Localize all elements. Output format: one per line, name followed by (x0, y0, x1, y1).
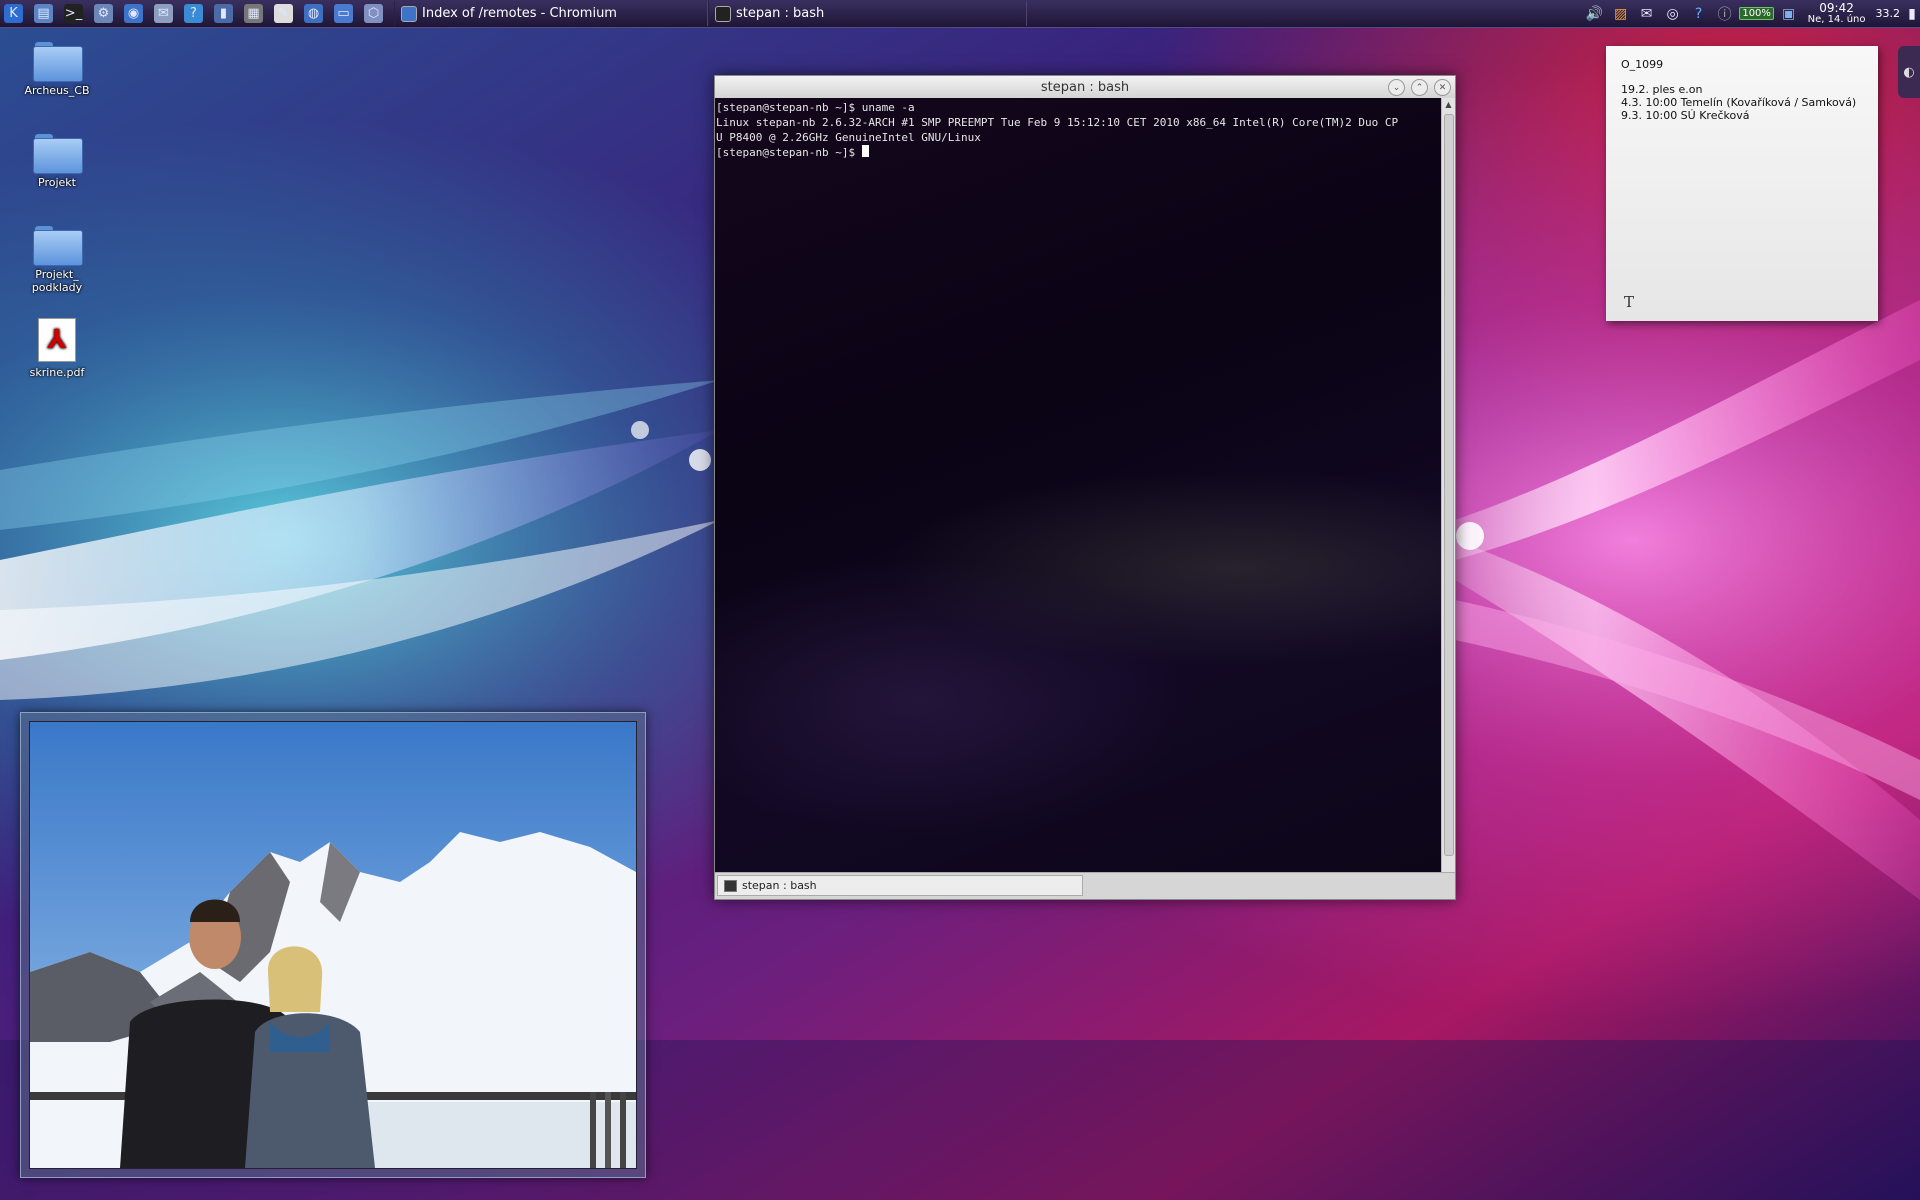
terminal-tab-icon (724, 879, 737, 892)
desktop-icon-skrine-pdf[interactable]: ⅄ skrine.pdf (20, 318, 94, 379)
folder-icon (33, 42, 83, 82)
desktop-icon-projekt-podklady[interactable]: Projekt_ podklady (20, 226, 94, 294)
taskbar-item[interactable]: stepan : bash (708, 1, 1027, 26)
note-line: 19.2. ples e.on (1621, 83, 1703, 96)
desktop-icon-label: Projekt_ podklady (31, 268, 83, 294)
note-content[interactable]: 19.2. ples e.on 4.3. 10:00 Temelín (Kovař… (1621, 83, 1863, 122)
terminal-title: stepan : bash (1040, 79, 1130, 95)
clock[interactable]: 09:42 Ne, 14. úno (1808, 2, 1866, 26)
photo (29, 721, 637, 1169)
kget-icon[interactable]: ? (180, 1, 207, 26)
terminal-line: [stepan@stepan-nb ~]$ (716, 145, 1441, 160)
terminal-tabbar: stepan : bash (715, 872, 1455, 899)
terminal-scrollbar[interactable]: ▲ (1441, 98, 1455, 872)
mail-tray-icon[interactable]: ✉ (1636, 3, 1658, 25)
terminal-text: [stepan@stepan-nb ~]$ uname -a Linux step… (715, 98, 1442, 162)
terminal-line-text: U P8400 @ 2.26GHz GenuineIntel GNU/Linux (716, 131, 981, 144)
terminal-task-icon (715, 5, 731, 22)
kde-menu-icon[interactable]: K (0, 1, 27, 26)
scrollbar-thumb[interactable] (1444, 114, 1454, 856)
terminal-line-text: Linux stepan-nb 2.6.32-ARCH #1 SMP PREEM… (716, 116, 1399, 129)
system-settings-icon[interactable]: ⚙ (90, 1, 117, 26)
note-line: 9.3. 10:00 SÚ Krečková (1621, 109, 1750, 122)
kget-icon-glyph: ? (184, 4, 203, 23)
info-icon[interactable]: ⓘ (1714, 3, 1736, 25)
sticky-note-widget[interactable]: O_1099 19.2. ples e.on 4.3. 10:00 Temelín… (1606, 46, 1878, 321)
network-icon[interactable]: ▣ (1778, 3, 1800, 25)
mail-icon[interactable]: ✉ (150, 1, 177, 26)
chromium-task-icon (401, 5, 417, 22)
terminal-window[interactable]: stepan : bash ⌄ ⌃ ✕ [stepan@stepan-nb ~]… (714, 75, 1456, 900)
picture-frame-widget[interactable] (20, 712, 646, 1178)
chromium-icon-glyph: ◉ (124, 4, 143, 23)
file-manager-icon[interactable]: ▤ (30, 1, 57, 26)
terminal-tab-label: stepan : bash (742, 879, 817, 892)
battery-percent: 100% (1739, 7, 1774, 20)
panel-toolbox-icon[interactable]: ▮ (1906, 3, 1918, 25)
terminal-icon-glyph: >_ (64, 4, 83, 23)
close-button[interactable]: ✕ (1434, 79, 1451, 96)
desktop-icon-label: skrine.pdf (29, 366, 85, 379)
folder-icon (33, 226, 83, 266)
desktop-icon-archeus-cb[interactable]: Archeus_CB (20, 42, 94, 97)
note-line: 4.3. 10:00 Temelín (Kovaříková / Samková… (1621, 96, 1857, 109)
monitor-icon-glyph: ▭ (334, 4, 353, 23)
file-manager-icon-glyph: ▤ (34, 4, 53, 23)
pdf-file-icon: ⅄ (38, 318, 76, 362)
scroll-up-arrow-icon[interactable]: ▲ (1442, 98, 1455, 112)
mail-icon-glyph: ✉ (154, 4, 173, 23)
text-format-icon[interactable]: T (1624, 293, 1634, 311)
monitor-icon[interactable]: ▭ (330, 1, 357, 26)
terminal-output[interactable]: [stepan@stepan-nb ~]$ uname -a Linux step… (715, 98, 1442, 872)
desktop-icon-label: Archeus_CB (24, 84, 90, 97)
kget-tray-icon[interactable]: ? (1688, 3, 1710, 25)
terminal-line: Linux stepan-nb 2.6.32-ARCH #1 SMP PREEM… (716, 115, 1441, 130)
virtualbox-icon-glyph: ⬡ (364, 4, 383, 23)
terminal-line-text: [stepan@stepan-nb ~]$ uname -a (716, 101, 915, 114)
volume-icon[interactable]: 🔊 (1584, 3, 1606, 25)
kde-menu-icon-glyph: K (4, 4, 23, 23)
dashboard-toolbox-icon[interactable]: ◐ (1898, 46, 1920, 98)
taskbar-item-label: Index of /remotes - Chromium (422, 6, 617, 21)
calculator-icon-glyph: ▦ (244, 4, 263, 23)
desktop-icon-projekt[interactable]: Projekt (20, 134, 94, 189)
terminal-line-text: [stepan@stepan-nb ~]$ (716, 146, 862, 159)
note-title: O_1099 (1621, 58, 1664, 71)
battery-indicator[interactable]: 100% (1739, 3, 1774, 25)
globe-icon[interactable]: ◍ (300, 1, 327, 26)
phone-icon[interactable]: ▮ (210, 1, 237, 26)
terminal-line: U P8400 @ 2.26GHz GenuineIntel GNU/Linux (716, 130, 1441, 145)
rss-icon[interactable]: ▨ (1610, 3, 1632, 25)
quick-launch-bar: K ▤ >_ ⚙ ◉ ✉? ▮ ▦ ✎ ◍ ▭ ⬡ (0, 1, 390, 26)
text-editor-icon-glyph: ✎ (274, 4, 293, 23)
terminal-cursor (861, 145, 869, 157)
minimize-button[interactable]: ⌄ (1388, 79, 1405, 96)
terminal-line: [stepan@stepan-nb ~]$ uname -a (716, 100, 1441, 115)
text-editor-icon[interactable]: ✎ (270, 1, 297, 26)
top-panel: K ▤ >_ ⚙ ◉ ✉? ▮ ▦ ✎ ◍ ▭ ⬡ Index of /remotes - Chrom… (0, 0, 1920, 28)
terminal-titlebar[interactable]: stepan : bash ⌄ ⌃ ✕ (715, 76, 1455, 98)
globe-icon-glyph: ◍ (304, 4, 323, 23)
terminal-icon[interactable]: >_ (60, 1, 87, 26)
temperature-readout[interactable]: 33.2 (1876, 7, 1901, 20)
virtualbox-icon[interactable]: ⬡ (360, 1, 387, 26)
taskbar-item-label: stepan : bash (736, 6, 825, 21)
maximize-button[interactable]: ⌃ (1411, 79, 1428, 96)
task-manager: Index of /remotes - Chromium stepan : bas… (394, 1, 1027, 26)
taskbar-item[interactable]: Index of /remotes - Chromium (394, 1, 708, 26)
chromium-icon[interactable]: ◉ (120, 1, 147, 26)
system-settings-icon-glyph: ⚙ (94, 4, 113, 23)
folder-icon (33, 134, 83, 174)
clock-date: Ne, 14. úno (1807, 13, 1866, 25)
phone-icon-glyph: ▮ (214, 4, 233, 23)
system-tray: 🔊 ▨ ✉ ◎ ? ⓘ 100% ▣ 09:42 Ne, 14. úno 33.… (1582, 0, 1920, 27)
calculator-icon[interactable]: ▦ (240, 1, 267, 26)
clock-time: 09:42 (1819, 0, 1854, 15)
wifi-icon[interactable]: ◎ (1662, 3, 1684, 25)
desktop-icon-label: Projekt (38, 176, 76, 189)
terminal-tab[interactable]: stepan : bash (717, 875, 1083, 896)
